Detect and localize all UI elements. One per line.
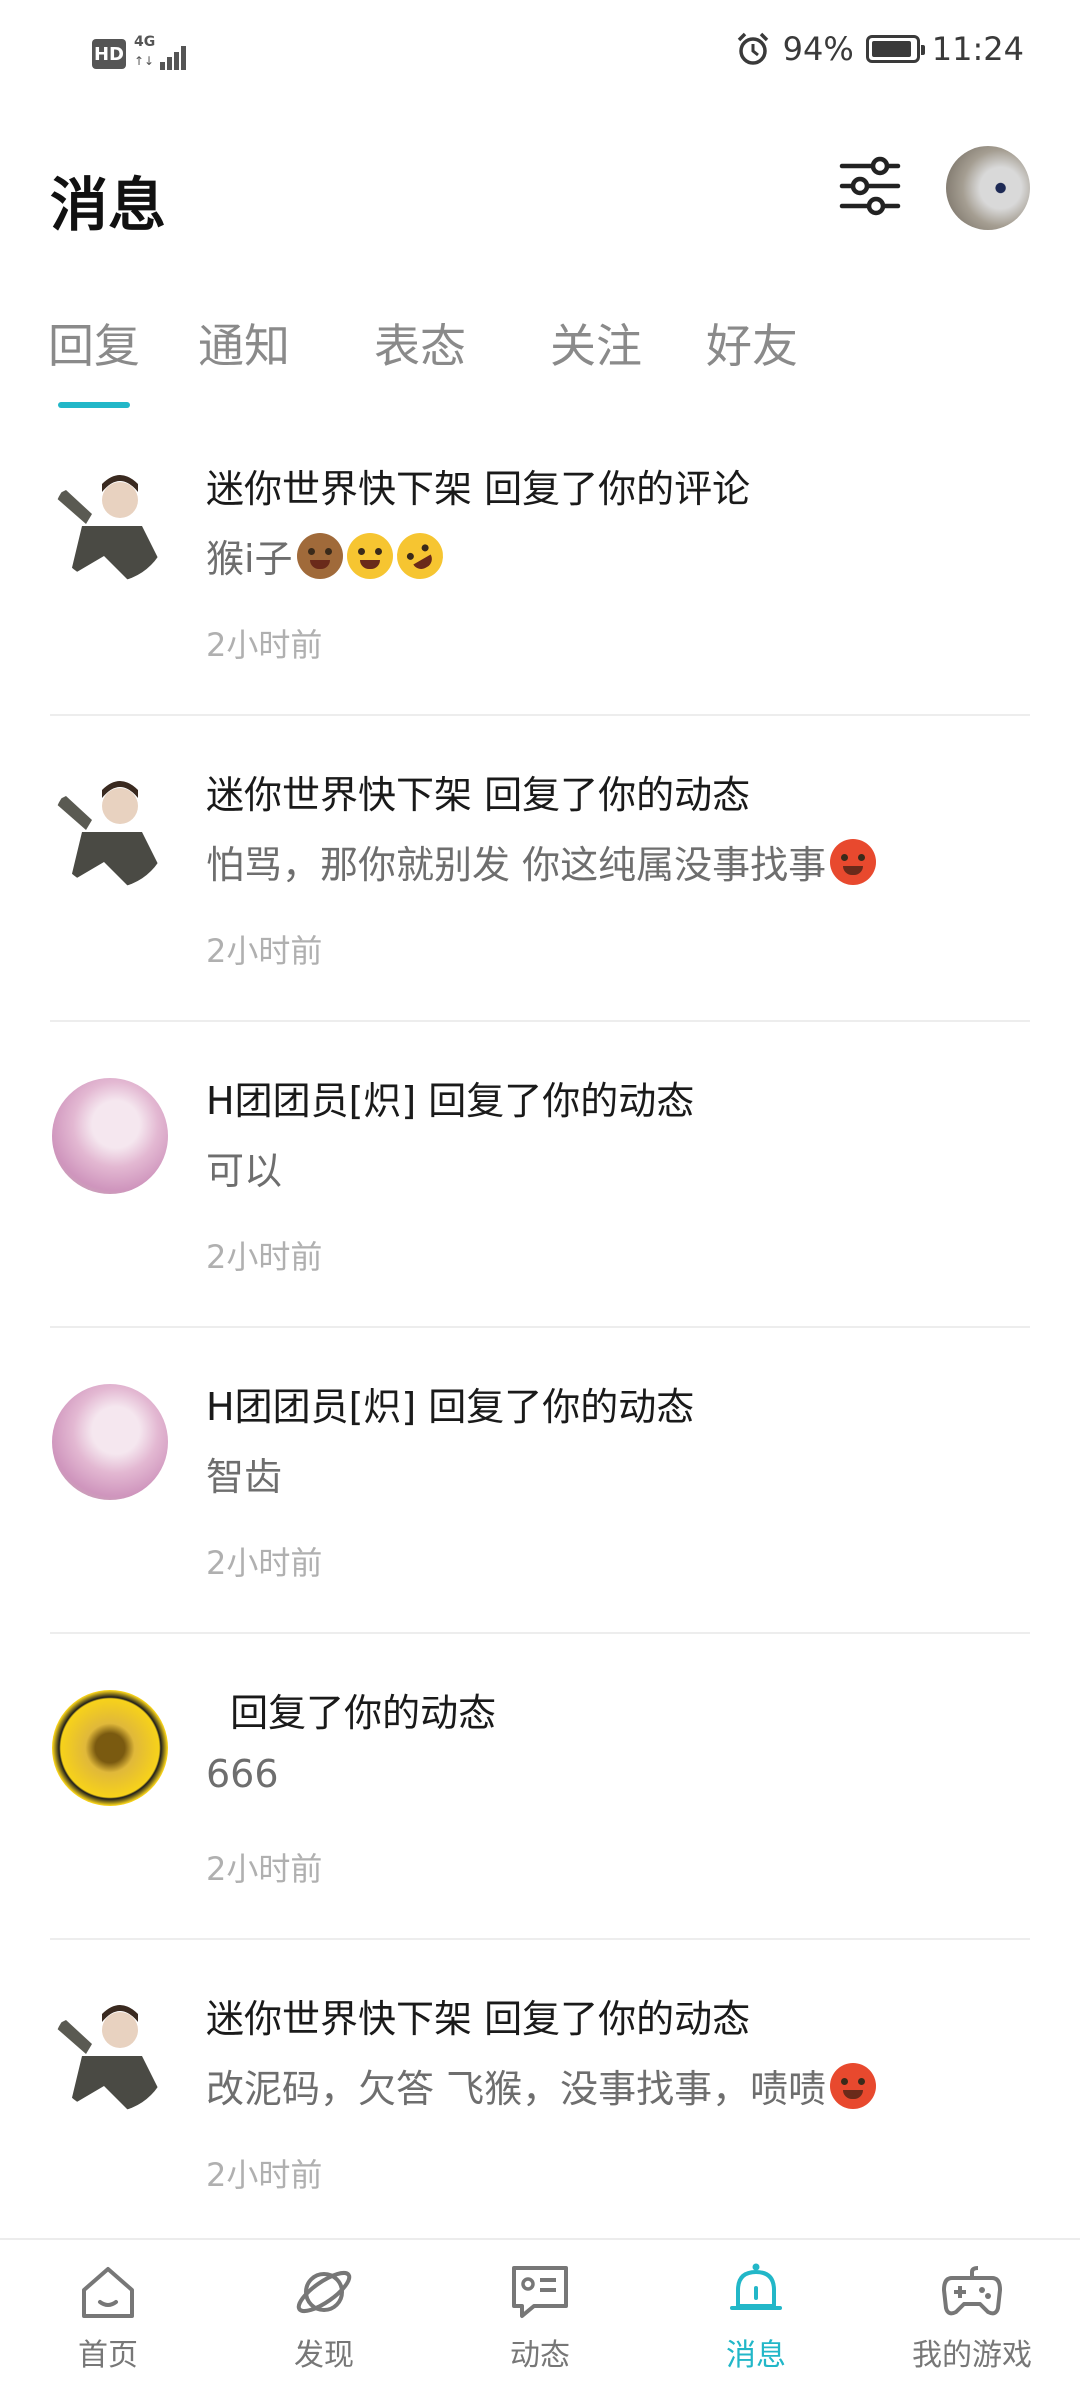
message-headline: 回复了你的动态 [206,1691,497,1735]
message-content: 可以 [206,1140,282,1195]
nav-home[interactable]: 首页 [28,2260,188,2374]
message-text: 666 [206,1752,279,1796]
tab-active-indicator [58,402,130,408]
filter-sliders-icon [839,156,901,216]
tab-notification[interactable]: 通知 [198,310,290,376]
battery-percent: 94% [782,30,854,68]
tab-reply[interactable]: 回复 [48,310,140,376]
nav-label: 消息 [726,2338,786,2373]
message-item[interactable]: 回复了你的动态 666 2小时前 [0,1634,1080,1940]
bottom-navigation: 首页 发现 动态 消息 我的游戏 [0,2238,1080,2400]
status-bar: HD 4G ↑↓ 94% 11:24 [0,0,1080,110]
nav-discover[interactable]: 发现 [244,2260,404,2374]
message-text: 猴i子 [206,537,293,581]
status-right: 94% 11:24 [735,30,1024,68]
bell-icon [730,2263,782,2310]
avatar-illustration [54,781,162,888]
nav-my-games[interactable]: 我的游戏 [892,2260,1052,2374]
nav-label: 发现 [294,2338,354,2373]
message-item[interactable]: H团团员[炽] 回复了你的动态 智齿 2小时前 [0,1328,1080,1634]
message-content: 改泥码，欠答 飞猴，没事找事，啧啧 [206,2058,877,2113]
message-content: 猴i子 [206,524,451,587]
message-text: 改泥码，欠答 飞猴，没事找事，啧啧 [206,2067,827,2111]
message-time: 2小时前 [206,1850,323,1888]
nav-messages[interactable]: 消息 [676,2260,836,2374]
avatar-illustration [54,2005,162,2112]
planet-icon [296,2270,352,2314]
tab-reaction[interactable]: 表态 [374,310,466,376]
message-text: 怕骂，那你就别发 你这纯属没事找事 [206,843,827,887]
page-title: 消息 [50,171,167,239]
message-text: 可以 [206,1149,283,1193]
nav-label: 我的游戏 [912,2338,1032,2373]
hd-badge: HD [92,39,126,69]
sender-avatar[interactable] [52,466,168,582]
message-content: 智齿 [206,1446,282,1501]
message-time: 2小时前 [206,2156,323,2194]
sender-avatar[interactable] [52,1078,168,1194]
avatar-illustration [54,475,162,582]
message-time: 2小时前 [206,626,323,664]
sender-avatar[interactable] [52,1690,168,1806]
sender-avatar[interactable] [52,1384,168,1500]
chat-card-icon [512,2266,568,2318]
message-headline: 迷你世界快下架 回复了你的动态 [206,773,751,817]
tears-of-joy-emoji-icon [346,532,393,579]
tab-friends[interactable]: 好友 [706,310,798,376]
message-item[interactable]: 迷你世界快下架 回复了你的评论 猴i子 2小时前 [0,410,1080,716]
home-icon [82,2267,134,2318]
message-headline: 迷你世界快下架 回复了你的动态 [206,1997,751,2041]
message-time: 2小时前 [206,1544,323,1582]
message-time: 2小时前 [206,932,323,970]
gamepad-icon [942,2266,1002,2316]
message-headline: H团团员[炽] 回复了你的动态 [206,1385,695,1429]
message-list: 迷你世界快下架 回复了你的评论 猴i子 2小时前 迷你世界快下架 回复了你的动态… [0,410,1080,2246]
hot-face-emoji-icon [830,838,877,885]
nav-feed[interactable]: 动态 [460,2260,620,2374]
message-tabs: 回复 通知 表态 关注 好友 [0,310,1080,410]
message-item[interactable]: H团团员[炽] 回复了你的动态 可以 2小时前 [0,1022,1080,1328]
message-headline: 迷你世界快下架 回复了你的评论 [206,467,751,511]
sender-avatar[interactable] [52,772,168,888]
message-time: 2小时前 [206,1238,323,1276]
nav-label: 首页 [78,2338,138,2373]
alarm-icon [737,32,768,65]
network-type: 4G [134,34,156,50]
data-arrows-icon: ↑↓ [134,54,155,68]
signal-icon: 4G ↑↓ [134,34,194,74]
battery-fill [871,41,912,57]
message-item[interactable]: 迷你世界快下架 回复了你的动态 怕骂，那你就别发 你这纯属没事找事 2小时前 [0,716,1080,1022]
status-left: HD 4G ↑↓ [92,34,194,74]
battery-icon [865,35,925,63]
message-content: 怕骂，那你就别发 你这纯属没事找事 [206,834,877,889]
tab-follow[interactable]: 关注 [550,310,642,376]
filter-button[interactable] [836,152,904,220]
message-item[interactable]: 迷你世界快下架 回复了你的动态 改泥码，欠答 飞猴，没事找事，啧啧 2小时前 [0,1940,1080,2246]
rolling-laughing-emoji-icon [388,524,451,587]
sender-avatar[interactable] [52,1996,168,2112]
clock: 11:24 [931,30,1024,68]
user-avatar[interactable] [946,146,1030,230]
hot-face-emoji-icon [830,2062,877,2109]
message-text: 智齿 [206,1455,283,1499]
monkey-emoji-icon [296,532,343,579]
message-content: 666 [206,1752,279,1796]
message-headline: H团团员[炽] 回复了你的动态 [206,1079,695,1123]
nav-label: 动态 [510,2338,570,2373]
